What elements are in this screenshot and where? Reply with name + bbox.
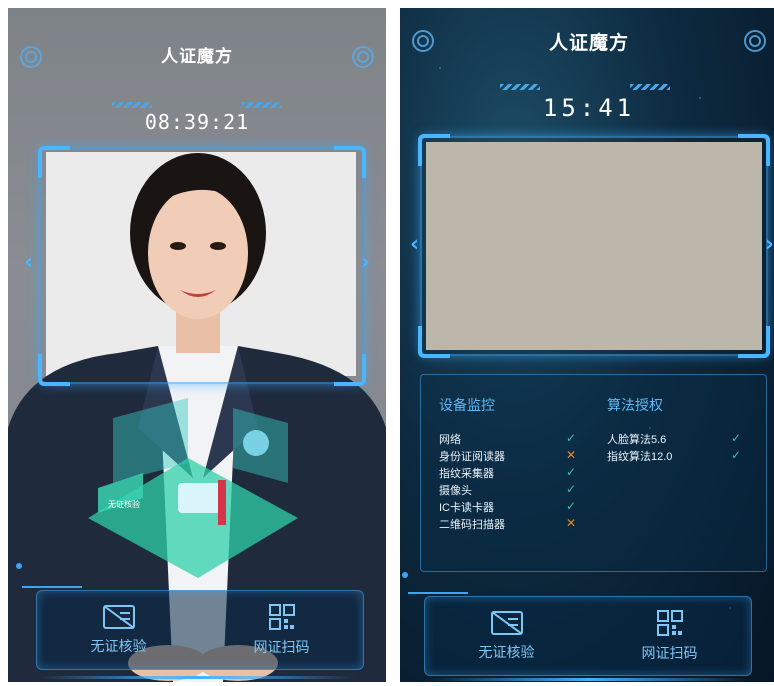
clock-decoration [500,84,670,90]
hologram-badge: 无证核验 [108,500,140,509]
hologram-illustration [88,398,298,578]
arrow-left-icon[interactable]: ‹ [24,252,33,274]
id-card-cross-icon [490,611,523,635]
gear-icon[interactable] [744,30,766,52]
face-scan-frame [38,146,366,386]
left-screen: 人证魔方 08:39:21 无证核验 ‹ › 无证核验 网证扫码 [8,8,386,682]
no-id-verify-button[interactable]: 无证核验 [37,591,200,669]
device-row-network: 网络 [439,433,461,446]
qr-code-icon [268,604,295,630]
no-id-verify-label: 无证核验 [90,638,147,654]
bottom-action-panel: 无证核验 网证扫码 [424,596,752,676]
device-row-fingerprint: 指纹采集器 [439,467,494,480]
status-ok-icon: ✓ [566,499,577,513]
qr-code-icon [656,610,683,636]
no-id-verify-label: 无证核验 [478,644,535,660]
clock: 15:41 [542,94,636,122]
bottom-action-panel: 无证核验 网证扫码 [36,590,364,670]
status-panel: 设备监控 算法授权 网络 ✓ 身份证阅读器 ✕ 指纹采集器 ✓ 摄像头 ✓ IC… [420,374,767,572]
status-ok-icon: ✓ [566,431,577,445]
status-ok-icon: ✓ [731,431,742,445]
no-id-verify-button[interactable]: 无证核验 [425,597,588,675]
qr-scan-label: 网证扫码 [253,639,310,655]
face-scan-frame [418,134,770,358]
status-fail-icon: ✕ [566,516,577,530]
status-ok-icon: ✓ [566,465,577,479]
device-monitor-title: 设备监控 [439,397,495,413]
right-screen: 人证魔方 15:41 ‹ › 设备监控 算法授权 网络 ✓ 身份证阅读器 ✕ 指… [400,8,774,682]
arrow-right-icon[interactable]: › [765,234,774,256]
app-title: 人证魔方 [548,33,629,54]
device-row-id-reader: 身份证阅读器 [439,450,505,463]
device-row-ic-card: IC卡读卡器 [439,501,494,514]
algo-row-fingerprint: 指纹算法12.0 [607,450,673,463]
algorithm-auth-title: 算法授权 [607,397,663,413]
status-ok-icon: ✓ [731,448,742,462]
arrow-left-icon[interactable]: ‹ [410,234,419,256]
algo-row-face: 人脸算法5.6 [607,433,667,446]
status-ok-icon: ✓ [566,482,577,496]
device-row-camera: 摄像头 [439,484,472,497]
id-card-cross-icon [102,605,135,629]
device-row-qr-scanner: 二维码扫描器 [439,518,505,531]
qr-scan-button[interactable]: 网证扫码 [588,597,751,675]
qr-scan-button[interactable]: 网证扫码 [200,591,363,669]
qr-scan-label: 网证扫码 [641,645,698,661]
arrow-right-icon[interactable]: › [361,252,370,274]
status-fail-icon: ✕ [566,448,577,462]
